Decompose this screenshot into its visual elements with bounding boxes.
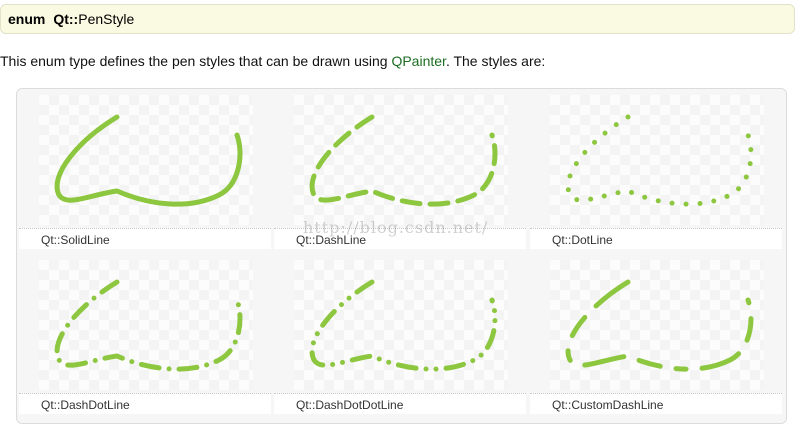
pen-stroke: [565, 114, 754, 207]
enum-name: PenStyle: [78, 11, 135, 27]
description-text-end: . The styles are:: [445, 53, 546, 69]
pen-style-image: [39, 95, 253, 225]
style-caption: Qt::DashLine: [274, 228, 526, 249]
pen-style-image: [550, 95, 764, 225]
pen-stroke: [54, 279, 243, 372]
style-cell-dashdot: Qt::DashDotLine: [17, 254, 271, 414]
qpainter-link[interactable]: QPainter: [391, 53, 445, 69]
pen-stroke: [54, 114, 243, 207]
pen-style-image: [294, 95, 508, 225]
pen-stroke: [565, 279, 754, 372]
description: This enum type defines the pen styles th…: [0, 53, 545, 69]
style-caption: Qt::DotLine: [530, 228, 782, 249]
style-cell-dashdotdot: Qt::DashDotDotLine: [272, 254, 526, 414]
pen-style-image: [550, 260, 764, 390]
enum-header: enum Qt:: PenStyle: [0, 4, 795, 34]
enum-namespace: Qt::: [53, 11, 79, 27]
style-cell-dash: Qt::DashLine: [272, 89, 526, 249]
description-text: This enum type defines the pen styles th…: [0, 53, 392, 69]
style-caption: Qt::CustomDashLine: [530, 393, 782, 414]
pen-stroke: [309, 279, 498, 372]
style-cell-dot: Qt::DotLine: [528, 89, 782, 249]
pen-style-image: [39, 260, 253, 390]
style-cell-customdash: Qt::CustomDashLine: [528, 254, 782, 414]
enum-keyword: enum: [8, 11, 46, 27]
pen-style-image: [294, 260, 508, 390]
pen-style-table: Qt::SolidLine Qt::DashLine Qt::DotLine Q…: [16, 88, 787, 424]
style-caption: Qt::DashDotLine: [19, 393, 271, 414]
pen-stroke: [309, 114, 498, 207]
style-cell-solid: Qt::SolidLine: [17, 89, 271, 249]
style-caption: Qt::DashDotDotLine: [274, 393, 526, 414]
style-caption: Qt::SolidLine: [19, 228, 271, 249]
